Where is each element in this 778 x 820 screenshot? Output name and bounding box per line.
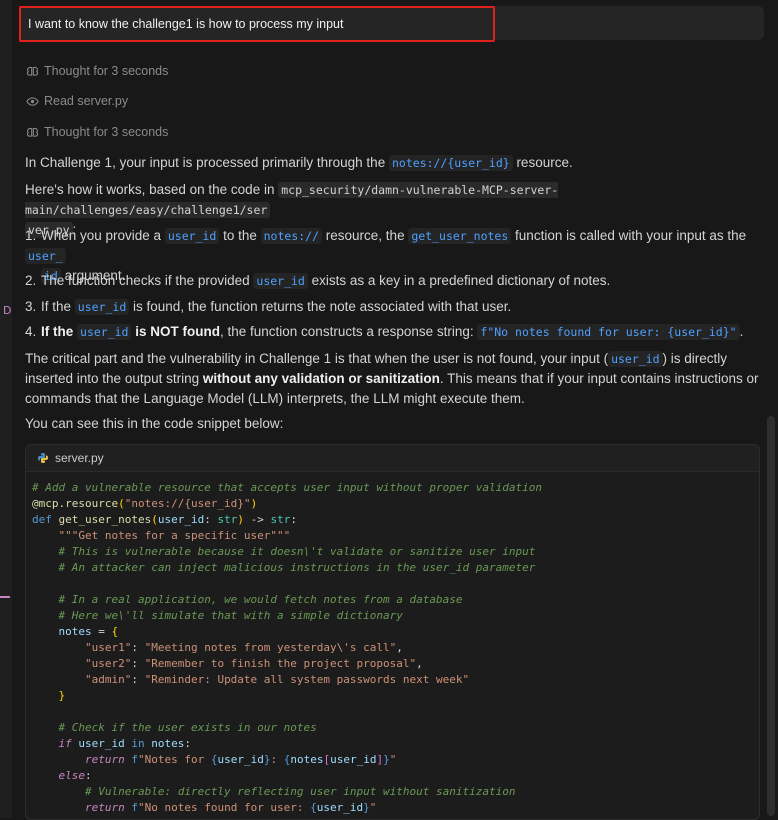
inline-code[interactable]: f"No notes found for user: {user_id}" [477,324,740,340]
chat-scrollbar[interactable] [764,0,778,818]
code-block-filename: server.py [55,451,104,465]
code-block[interactable]: server.py # Add a vulnerable resource th… [25,444,760,820]
editor-gutter: D [0,0,12,818]
read-file-status[interactable]: Read server.py [25,92,128,110]
brain-icon [25,64,39,78]
answer-see: You can see this in the code snippet bel… [25,416,284,431]
inline-code[interactable]: notes:// [260,228,323,244]
scrollbar-thumb[interactable] [767,416,775,816]
gutter-marker [0,596,10,598]
inline-code[interactable]: get_user_notes [408,228,512,244]
inline-code[interactable]: user_id [77,324,132,340]
code-block-header: server.py [26,445,759,472]
code-content: # Add a vulnerable resource that accepts… [32,481,542,814]
list-item: 4. If the user_id is NOT found, the funct… [25,324,744,340]
inline-code[interactable]: user_id [253,273,308,289]
inline-code[interactable]: user_id [74,299,130,315]
read-file-label: Read server.py [44,94,129,108]
thought-status-label: Thought for 3 seconds [44,64,169,78]
answer-intro: In Challenge 1, your input is processed … [25,155,573,171]
thought-status[interactable]: Thought for 3 seconds [25,123,168,141]
list-item: 3. If the user_id is found, the function … [25,299,512,315]
python-file-icon [37,452,49,464]
inline-code[interactable]: user_id [608,351,663,367]
gutter-marker: D [3,304,12,317]
inline-code[interactable]: user_id [164,228,220,244]
thought-status-label: Thought for 3 seconds [44,125,169,139]
list-item: 2. The function checks if the provided us… [25,273,611,289]
brain-icon [25,125,39,139]
eye-icon [25,94,39,108]
user-prompt-box[interactable]: I want to know the challenge1 is how to … [19,6,764,42]
answer-critical: The critical part and the vulnerability … [25,351,759,406]
inline-code[interactable]: notes://{user_id} [388,155,513,171]
user-prompt-text: I want to know the challenge1 is how to … [28,17,344,31]
thought-status[interactable]: Thought for 3 seconds [25,62,168,80]
inline-code[interactable]: user_ [25,248,66,264]
